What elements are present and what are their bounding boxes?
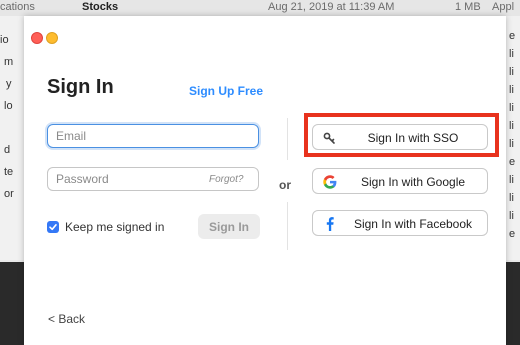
bg-fragment: e <box>509 228 516 240</box>
keep-signed-in-checkbox[interactable]: Keep me signed in <box>47 220 164 234</box>
bg-fragment: li <box>509 210 514 222</box>
bg-fragment: li <box>509 84 514 96</box>
bg-file-kind: Appl <box>492 1 515 13</box>
bg-fragment: li <box>509 48 514 60</box>
bg-fragment: li <box>509 138 514 150</box>
minimize-window-button[interactable] <box>46 32 58 44</box>
background-right-column: e li li li li li li e li li li e <box>505 16 520 260</box>
facebook-icon <box>322 216 338 232</box>
sign-in-with-google-button[interactable]: Sign In with Google <box>312 168 488 194</box>
close-window-button[interactable] <box>31 32 43 44</box>
background-left-column: io m y lo d te or <box>0 16 25 260</box>
bg-fragment: te <box>4 166 14 178</box>
sign-in-button[interactable]: Sign In <box>198 214 260 239</box>
google-button-label: Sign In with Google <box>360 175 466 189</box>
bg-file-date: Aug 21, 2019 at 11:39 AM <box>268 1 395 13</box>
bg-fragment: m <box>4 56 14 68</box>
bg-fragment: li <box>509 192 514 204</box>
forgot-password-link[interactable]: Forgot? <box>209 174 243 185</box>
back-link[interactable]: < Back <box>48 312 85 326</box>
sign-in-with-facebook-button[interactable]: Sign In with Facebook <box>312 210 488 236</box>
bg-fragment: li <box>509 120 514 132</box>
facebook-button-label: Sign In with Facebook <box>353 217 473 231</box>
divider <box>287 118 288 160</box>
google-icon <box>322 174 338 190</box>
email-input[interactable] <box>47 124 259 148</box>
checkbox-checked-icon[interactable] <box>47 221 59 233</box>
sso-highlight-box <box>304 113 499 157</box>
bg-file-name: Stocks <box>82 1 119 13</box>
bg-fragment: io <box>0 34 9 46</box>
bg-file-size: 1 MB <box>455 1 481 13</box>
bg-fragment: d <box>4 144 11 156</box>
background-top-bar: cations Stocks Aug 21, 2019 at 11:39 AM … <box>0 0 520 17</box>
bg-fragment: li <box>509 102 514 114</box>
bg-fragment: e <box>509 30 516 42</box>
bg-fragment: li <box>509 174 514 186</box>
bg-fragment: lo <box>4 100 13 112</box>
bg-fragment: y <box>6 78 12 90</box>
bg-fragment: or <box>4 188 14 200</box>
bg-fragment: li <box>509 66 514 78</box>
sign-up-free-link[interactable]: Sign Up Free <box>189 84 263 98</box>
bg-fragment: e <box>509 156 516 168</box>
bg-fragment: cations <box>0 1 35 13</box>
keep-signed-in-label: Keep me signed in <box>65 220 165 234</box>
page-title: Sign In <box>47 76 114 98</box>
or-separator: or <box>279 178 291 192</box>
divider <box>287 202 288 250</box>
